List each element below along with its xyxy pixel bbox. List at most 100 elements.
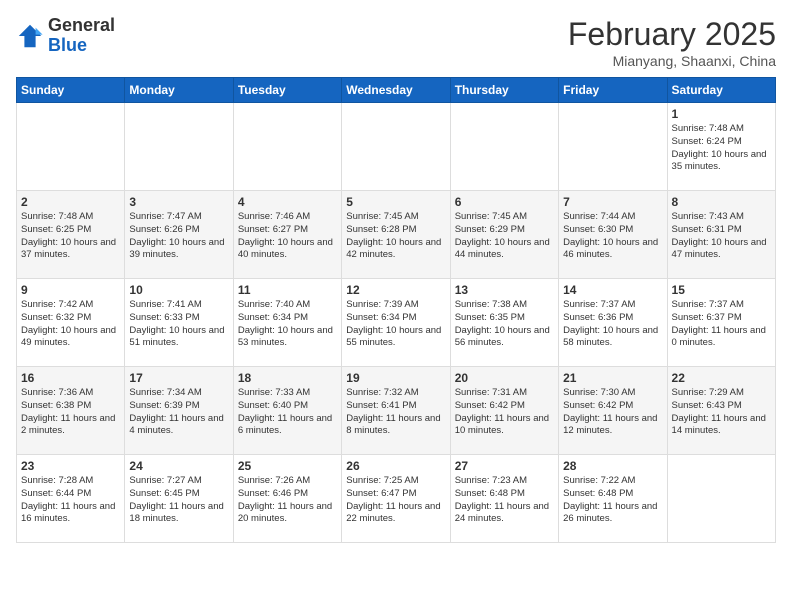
day-info: Sunrise: 7:37 AM Sunset: 6:37 PM Dayligh… [672, 299, 771, 350]
calendar-week-row: 2 Sunrise: 7:48 AM Sunset: 6:25 PM Daylig… [17, 191, 776, 279]
day-number: 16 [21, 371, 120, 385]
calendar-cell: 10 Sunrise: 7:41 AM Sunset: 6:33 PM Dayli… [125, 279, 233, 367]
day-info: Sunrise: 7:32 AM Sunset: 6:41 PM Dayligh… [346, 387, 445, 438]
calendar-cell [450, 103, 558, 191]
day-number: 5 [346, 195, 445, 209]
weekday-header: Monday [125, 78, 233, 103]
calendar-cell [667, 455, 775, 543]
day-number: 3 [129, 195, 228, 209]
weekday-header: Thursday [450, 78, 558, 103]
calendar-cell: 4 Sunrise: 7:46 AM Sunset: 6:27 PM Daylig… [233, 191, 341, 279]
logo-blue-text: Blue [48, 35, 87, 55]
day-number: 27 [455, 459, 554, 473]
day-number: 11 [238, 283, 337, 297]
weekday-header: Sunday [17, 78, 125, 103]
day-number: 22 [672, 371, 771, 385]
calendar-title: February 2025 [568, 16, 776, 53]
day-number: 8 [672, 195, 771, 209]
day-info: Sunrise: 7:30 AM Sunset: 6:42 PM Dayligh… [563, 387, 662, 438]
calendar-cell: 13 Sunrise: 7:38 AM Sunset: 6:35 PM Dayli… [450, 279, 558, 367]
day-number: 25 [238, 459, 337, 473]
calendar-cell: 21Sunrise: 7:30 AM Sunset: 6:42 PM Dayli… [559, 367, 667, 455]
calendar-cell: 1 Sunrise: 7:48 AM Sunset: 6:24 PM Daylig… [667, 103, 775, 191]
page-header: General Blue February 2025 Mianyang, Sha… [16, 16, 776, 69]
day-number: 17 [129, 371, 228, 385]
day-info: Sunrise: 7:48 AM Sunset: 6:24 PM Dayligh… [672, 123, 771, 174]
weekday-header: Friday [559, 78, 667, 103]
day-number: 9 [21, 283, 120, 297]
weekday-header: Wednesday [342, 78, 450, 103]
day-info: Sunrise: 7:34 AM Sunset: 6:39 PM Dayligh… [129, 387, 228, 438]
day-info: Sunrise: 7:44 AM Sunset: 6:30 PM Dayligh… [563, 211, 662, 262]
calendar-cell: 25Sunrise: 7:26 AM Sunset: 6:46 PM Dayli… [233, 455, 341, 543]
calendar-table: SundayMondayTuesdayWednesdayThursdayFrid… [16, 77, 776, 543]
day-number: 18 [238, 371, 337, 385]
calendar-cell: 16 Sunrise: 7:36 AM Sunset: 6:38 PM Dayli… [17, 367, 125, 455]
calendar-cell [17, 103, 125, 191]
day-info: Sunrise: 7:47 AM Sunset: 6:26 PM Dayligh… [129, 211, 228, 262]
calendar-cell [559, 103, 667, 191]
day-number: 7 [563, 195, 662, 209]
day-number: 14 [563, 283, 662, 297]
weekday-header-row: SundayMondayTuesdayWednesdayThursdayFrid… [17, 78, 776, 103]
calendar-cell: 22 Sunrise: 7:29 AM Sunset: 6:43 PM Dayli… [667, 367, 775, 455]
day-info: Sunrise: 7:23 AM Sunset: 6:48 PM Dayligh… [455, 475, 554, 526]
logo-general-text: General [48, 15, 115, 35]
title-block: February 2025 Mianyang, Shaanxi, China [568, 16, 776, 69]
calendar-cell: 18Sunrise: 7:33 AM Sunset: 6:40 PM Dayli… [233, 367, 341, 455]
weekday-header: Saturday [667, 78, 775, 103]
day-info: Sunrise: 7:36 AM Sunset: 6:38 PM Dayligh… [21, 387, 120, 438]
day-number: 24 [129, 459, 228, 473]
day-number: 15 [672, 283, 771, 297]
day-number: 28 [563, 459, 662, 473]
day-info: Sunrise: 7:31 AM Sunset: 6:42 PM Dayligh… [455, 387, 554, 438]
calendar-week-row: 23 Sunrise: 7:28 AM Sunset: 6:44 PM Dayli… [17, 455, 776, 543]
day-info: Sunrise: 7:45 AM Sunset: 6:28 PM Dayligh… [346, 211, 445, 262]
logo-icon [16, 22, 44, 50]
calendar-cell: 2 Sunrise: 7:48 AM Sunset: 6:25 PM Daylig… [17, 191, 125, 279]
calendar-cell: 3 Sunrise: 7:47 AM Sunset: 6:26 PM Daylig… [125, 191, 233, 279]
calendar-cell: 27 Sunrise: 7:23 AM Sunset: 6:48 PM Dayli… [450, 455, 558, 543]
calendar-cell: 19 Sunrise: 7:32 AM Sunset: 6:41 PM Dayli… [342, 367, 450, 455]
calendar-week-row: 16 Sunrise: 7:36 AM Sunset: 6:38 PM Dayli… [17, 367, 776, 455]
day-number: 10 [129, 283, 228, 297]
calendar-cell: 6Sunrise: 7:45 AM Sunset: 6:29 PM Daylig… [450, 191, 558, 279]
calendar-week-row: 1 Sunrise: 7:48 AM Sunset: 6:24 PM Daylig… [17, 103, 776, 191]
day-info: Sunrise: 7:22 AM Sunset: 6:48 PM Dayligh… [563, 475, 662, 526]
day-number: 2 [21, 195, 120, 209]
day-info: Sunrise: 7:37 AM Sunset: 6:36 PM Dayligh… [563, 299, 662, 350]
day-info: Sunrise: 7:48 AM Sunset: 6:25 PM Dayligh… [21, 211, 120, 262]
calendar-cell: 26 Sunrise: 7:25 AM Sunset: 6:47 PM Dayli… [342, 455, 450, 543]
calendar-cell: 7 Sunrise: 7:44 AM Sunset: 6:30 PM Daylig… [559, 191, 667, 279]
day-info: Sunrise: 7:25 AM Sunset: 6:47 PM Dayligh… [346, 475, 445, 526]
day-number: 4 [238, 195, 337, 209]
day-number: 26 [346, 459, 445, 473]
day-number: 6 [455, 195, 554, 209]
calendar-cell [233, 103, 341, 191]
day-number: 23 [21, 459, 120, 473]
weekday-header: Tuesday [233, 78, 341, 103]
calendar-cell: 15 Sunrise: 7:37 AM Sunset: 6:37 PM Dayli… [667, 279, 775, 367]
calendar-subtitle: Mianyang, Shaanxi, China [568, 53, 776, 69]
day-info: Sunrise: 7:27 AM Sunset: 6:45 PM Dayligh… [129, 475, 228, 526]
calendar-cell: 14 Sunrise: 7:37 AM Sunset: 6:36 PM Dayli… [559, 279, 667, 367]
day-info: Sunrise: 7:41 AM Sunset: 6:33 PM Dayligh… [129, 299, 228, 350]
calendar-cell: 9 Sunrise: 7:42 AM Sunset: 6:32 PM Daylig… [17, 279, 125, 367]
calendar-cell: 17 Sunrise: 7:34 AM Sunset: 6:39 PM Dayli… [125, 367, 233, 455]
calendar-cell: 11Sunrise: 7:40 AM Sunset: 6:34 PM Dayli… [233, 279, 341, 367]
day-info: Sunrise: 7:42 AM Sunset: 6:32 PM Dayligh… [21, 299, 120, 350]
day-info: Sunrise: 7:46 AM Sunset: 6:27 PM Dayligh… [238, 211, 337, 262]
day-info: Sunrise: 7:28 AM Sunset: 6:44 PM Dayligh… [21, 475, 120, 526]
calendar-cell: 8 Sunrise: 7:43 AM Sunset: 6:31 PM Daylig… [667, 191, 775, 279]
calendar-cell: 24 Sunrise: 7:27 AM Sunset: 6:45 PM Dayli… [125, 455, 233, 543]
calendar-cell [125, 103, 233, 191]
day-info: Sunrise: 7:29 AM Sunset: 6:43 PM Dayligh… [672, 387, 771, 438]
day-number: 1 [672, 107, 771, 121]
day-number: 19 [346, 371, 445, 385]
day-info: Sunrise: 7:43 AM Sunset: 6:31 PM Dayligh… [672, 211, 771, 262]
day-number: 13 [455, 283, 554, 297]
calendar-cell: 28 Sunrise: 7:22 AM Sunset: 6:48 PM Dayli… [559, 455, 667, 543]
day-number: 20 [455, 371, 554, 385]
day-info: Sunrise: 7:38 AM Sunset: 6:35 PM Dayligh… [455, 299, 554, 350]
calendar-cell [342, 103, 450, 191]
